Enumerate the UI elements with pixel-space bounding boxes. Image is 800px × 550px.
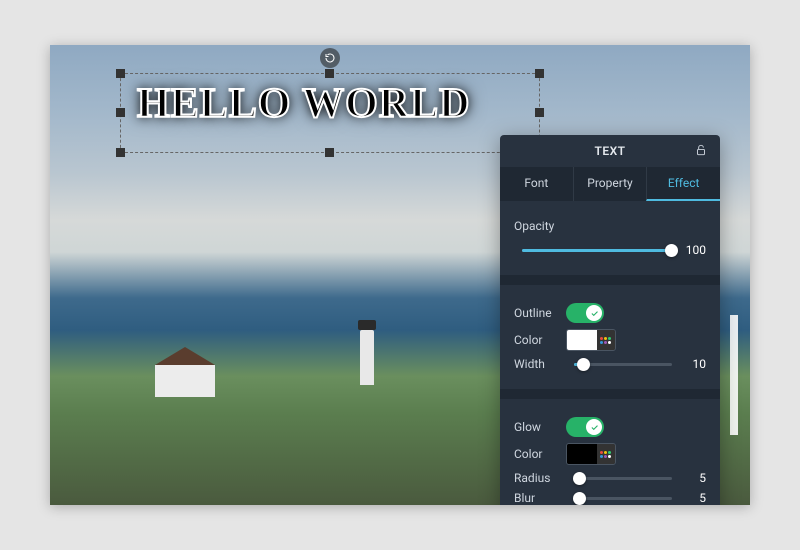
- panel-tabs: Font Property Effect: [500, 167, 720, 201]
- glow-blur-slider[interactable]: [574, 497, 672, 500]
- resize-handle-mr[interactable]: [535, 108, 544, 117]
- outline-section: Outline Color: [500, 275, 720, 389]
- glow-blur-value: 5: [680, 491, 706, 505]
- glow-toggle[interactable]: [566, 417, 604, 437]
- glow-label: Glow: [514, 420, 566, 434]
- glow-radius-value: 5: [680, 471, 706, 485]
- resize-handle-tm[interactable]: [325, 69, 334, 78]
- outline-width-value: 10: [680, 357, 706, 371]
- lock-icon[interactable]: [694, 143, 710, 159]
- glow-color-label: Color: [514, 447, 566, 461]
- resize-handle-bm[interactable]: [325, 148, 334, 157]
- opacity-slider[interactable]: [522, 249, 672, 252]
- glow-blur-label: Blur: [514, 491, 566, 505]
- outline-color-label: Color: [514, 333, 566, 347]
- tab-font[interactable]: Font: [500, 167, 573, 201]
- text-panel: TEXT Font Property Effect Opacity 100: [500, 135, 720, 505]
- outline-label: Outline: [514, 306, 566, 320]
- outline-color-swatch[interactable]: [566, 329, 616, 351]
- color-picker-icon[interactable]: [597, 444, 615, 464]
- glow-section: Glow Color: [500, 389, 720, 505]
- resize-handle-bl[interactable]: [116, 148, 125, 157]
- glow-radius-slider[interactable]: [574, 477, 672, 480]
- canvas-text[interactable]: HELLO WORLD: [137, 80, 470, 128]
- tab-effect[interactable]: Effect: [646, 167, 720, 201]
- tab-property[interactable]: Property: [573, 167, 647, 201]
- editor-canvas[interactable]: HELLO WORLD TEXT Font Property Effect Op…: [50, 45, 750, 505]
- color-picker-icon[interactable]: [597, 330, 615, 350]
- resize-handle-ml[interactable]: [116, 108, 125, 117]
- opacity-value: 100: [680, 243, 706, 257]
- panel-title: TEXT: [594, 144, 625, 158]
- text-selection-box[interactable]: HELLO WORLD: [120, 73, 540, 153]
- scene-house: [155, 365, 215, 397]
- glow-color-swatch[interactable]: [566, 443, 616, 465]
- outline-toggle[interactable]: [566, 303, 604, 323]
- resize-handle-tl[interactable]: [116, 69, 125, 78]
- rotate-handle-icon[interactable]: [320, 48, 340, 68]
- opacity-section: Opacity 100: [500, 201, 720, 275]
- outline-width-slider[interactable]: [574, 363, 672, 366]
- scene-lighthouse: [360, 330, 374, 385]
- glow-radius-label: Radius: [514, 471, 566, 485]
- opacity-label: Opacity: [514, 219, 566, 233]
- resize-handle-tr[interactable]: [535, 69, 544, 78]
- outline-width-label: Width: [514, 357, 566, 371]
